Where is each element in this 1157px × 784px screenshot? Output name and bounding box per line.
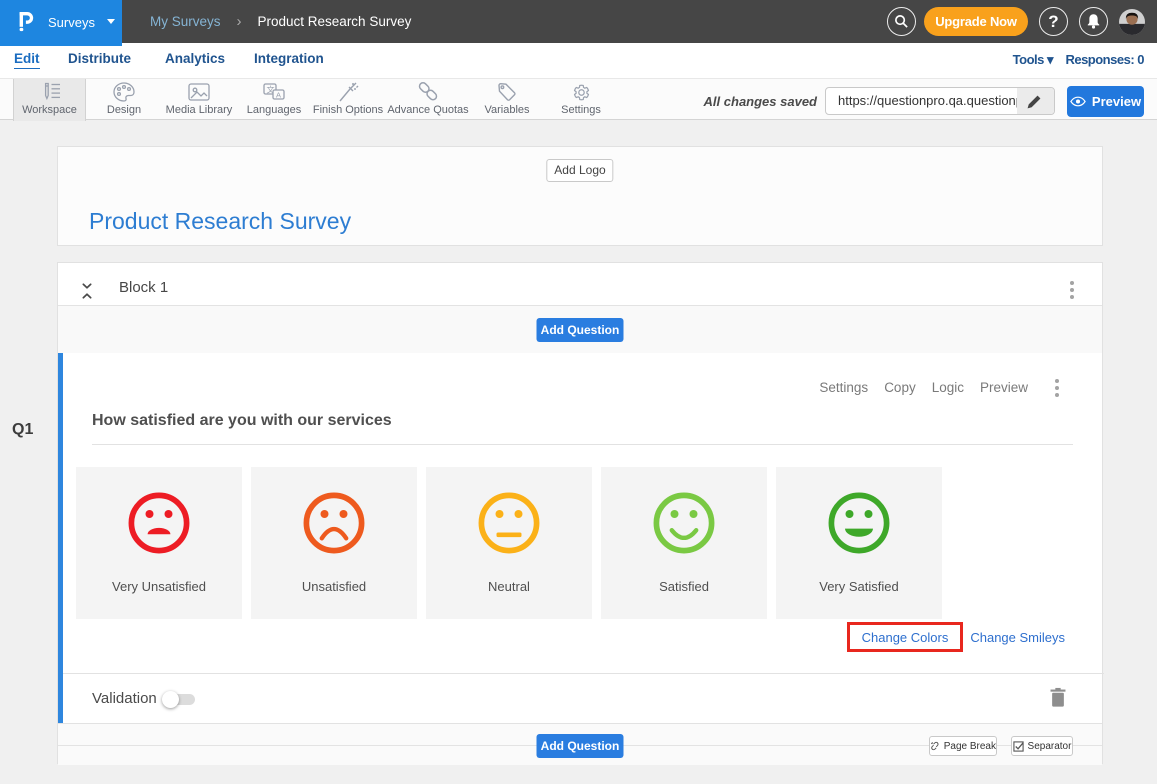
svg-text:A: A bbox=[276, 91, 281, 100]
